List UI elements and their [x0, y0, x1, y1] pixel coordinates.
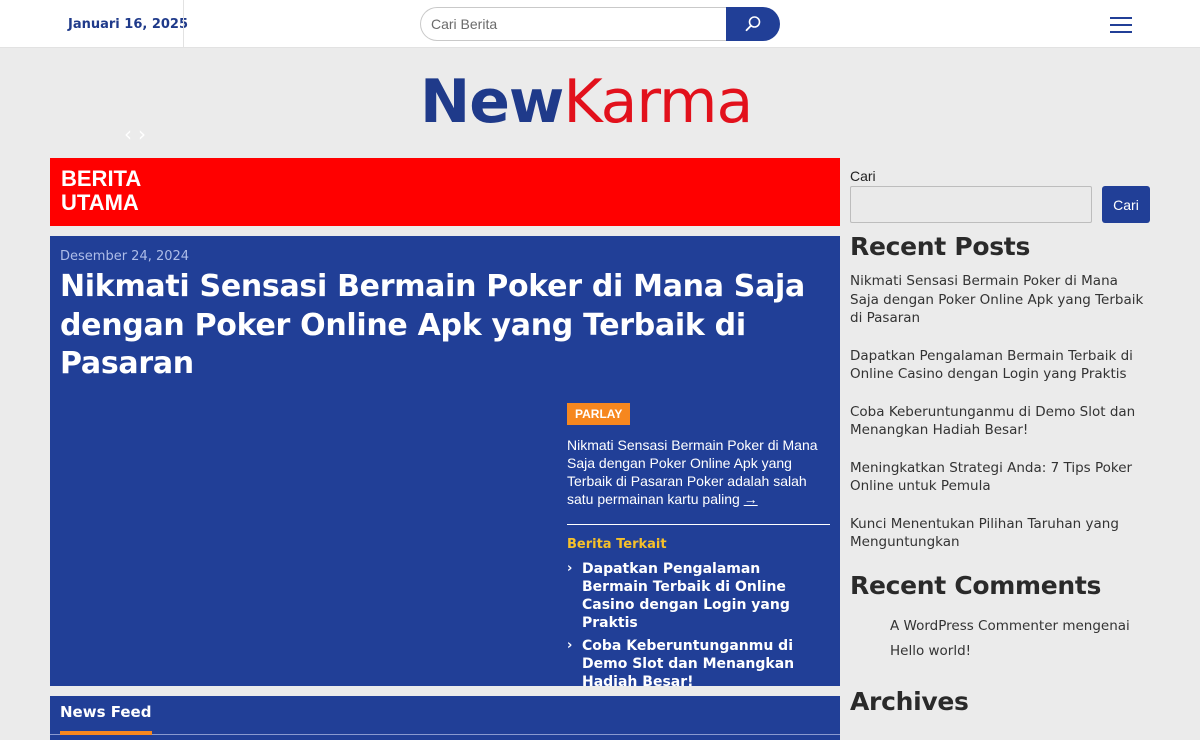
- recent-posts-list: Nikmati Sensasi Bermain Poker di Mana Sa…: [850, 272, 1150, 552]
- sidebar-search: Cari: [850, 186, 1150, 223]
- chevron-right-icon: ›: [567, 561, 573, 576]
- search-icon: [745, 16, 761, 32]
- archives-heading: Archives: [850, 686, 969, 716]
- sidebar-search-button[interactable]: Cari: [1102, 186, 1150, 223]
- chevron-right-icon[interactable]: ›: [138, 122, 152, 146]
- related-news-list: › Dapatkan Pengalaman Bermain Terbaik di …: [567, 560, 830, 691]
- comment-post-link[interactable]: Hello world!: [890, 643, 971, 659]
- menu-bar-line: [1110, 17, 1132, 19]
- comment-author-link[interactable]: A WordPress Commenter: [890, 618, 1058, 634]
- recent-comment-item: A WordPress Commenter mengenai Hello wor…: [850, 614, 1150, 664]
- featured-post-title[interactable]: Nikmati Sensasi Bermain Poker di Mana Sa…: [60, 268, 830, 384]
- related-news-link[interactable]: Coba Keberuntunganmu di Demo Slot dan Me…: [582, 638, 794, 690]
- top-divider: [183, 0, 184, 48]
- related-news-title: Berita Terkait: [567, 537, 667, 552]
- site-logo[interactable]: NewKarma: [420, 66, 753, 138]
- hamburger-menu-icon[interactable]: [1108, 14, 1136, 36]
- recent-posts-heading: Recent Posts: [850, 232, 1031, 261]
- sidebar-search-input[interactable]: [850, 186, 1092, 223]
- recent-post-link[interactable]: Coba Keberuntunganmu di Demo Slot dan Me…: [850, 403, 1150, 440]
- related-news-link[interactable]: Dapatkan Pengalaman Bermain Terbaik di O…: [582, 561, 790, 631]
- banner-title: BERITA UTAMA: [61, 166, 141, 215]
- recent-post-link[interactable]: Kunci Menentukan Pilihan Taruhan yang Me…: [850, 515, 1150, 552]
- chevron-left-icon[interactable]: ‹: [124, 122, 138, 146]
- logo-part-new: New: [420, 67, 564, 137]
- title-underline: [60, 731, 152, 735]
- recent-post-link[interactable]: Nikmati Sensasi Bermain Poker di Mana Sa…: [850, 272, 1150, 328]
- recent-post-link[interactable]: Meningkatkan Strategi Anda: 7 Tips Poker…: [850, 459, 1150, 496]
- current-date: Januari 16, 2025: [68, 17, 189, 32]
- ticker-arrows: ‹›: [124, 122, 152, 146]
- news-feed-section: News Feed: [50, 696, 840, 740]
- featured-post-excerpt: Nikmati Sensasi Bermain Poker di Mana Sa…: [567, 436, 830, 508]
- menu-bar-line: [1110, 24, 1132, 26]
- header-search-button[interactable]: [726, 7, 780, 41]
- divider: [50, 734, 840, 735]
- chevron-right-icon: ›: [567, 638, 573, 653]
- related-news-item[interactable]: › Coba Keberuntunganmu di Demo Slot dan M…: [567, 637, 830, 691]
- top-bar: Januari 16, 2025: [0, 0, 1200, 48]
- featured-post-image[interactable]: [60, 402, 545, 676]
- sidebar: Cari Cari Recent Posts Nikmati Sensasi B…: [850, 168, 1150, 716]
- recent-post-link[interactable]: Dapatkan Pengalaman Bermain Terbaik di O…: [850, 347, 1150, 384]
- header-search: [420, 7, 780, 41]
- related-news-item[interactable]: › Dapatkan Pengalaman Bermain Terbaik di …: [567, 560, 830, 632]
- featured-post: Desember 24, 2024 Nikmati Sensasi Bermai…: [50, 236, 840, 690]
- featured-post-details: PARLAY Nikmati Sensasi Bermain Poker di …: [567, 403, 830, 696]
- featured-post-date: Desember 24, 2024: [60, 249, 190, 264]
- divider: [567, 524, 830, 525]
- excerpt-text: Nikmati Sensasi Bermain Poker di Mana Sa…: [567, 437, 818, 507]
- sidebar-search-label: Cari: [850, 168, 876, 184]
- read-more-arrow-icon[interactable]: →: [744, 491, 758, 507]
- logo-part-karma: Karma: [563, 67, 753, 137]
- headline-banner: BERITA UTAMA: [50, 158, 840, 226]
- comment-connector: mengenai: [1062, 617, 1130, 634]
- category-tag[interactable]: PARLAY: [567, 403, 631, 425]
- news-feed-title: News Feed: [60, 703, 152, 721]
- menu-bar-line: [1110, 31, 1132, 33]
- header-search-input[interactable]: [420, 7, 730, 41]
- recent-comments-heading: Recent Comments: [850, 570, 1102, 600]
